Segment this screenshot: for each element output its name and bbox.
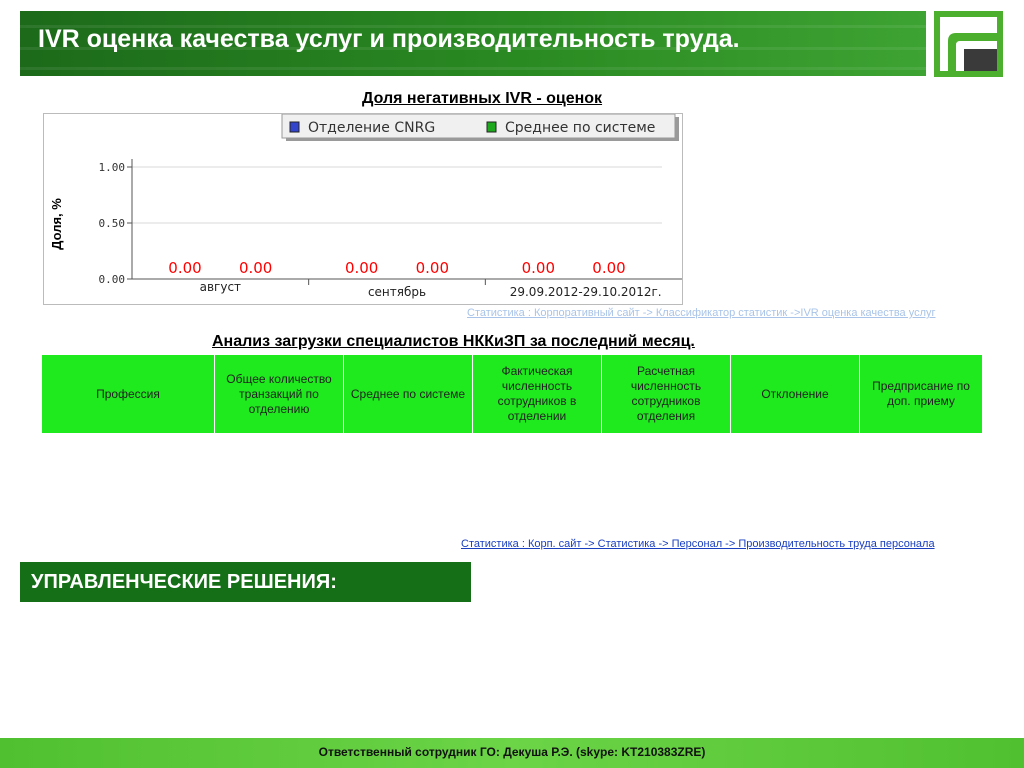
- y-tick-label: 0.00: [99, 273, 126, 286]
- specialists-table: Профессия Общее количество транзакций по…: [42, 355, 982, 433]
- management-decisions-title: УПРАВЛЕНЧЕСКИЕ РЕШЕНИЯ:: [31, 571, 337, 593]
- chart-y-ticks: 1.00 0.50 0.00: [99, 161, 132, 286]
- data-label: 0.00: [592, 259, 625, 277]
- column-header-hiring-order: Предприсание по доп. приему: [859, 355, 982, 433]
- column-header-estimated-staff: Расчетная численность сотрудников отделе…: [601, 355, 731, 433]
- data-label: 0.00: [239, 259, 272, 277]
- column-header-system-average: Среднее по системе: [343, 355, 473, 433]
- chart-legend: Отделение CNRG Среднее по системе: [281, 113, 679, 141]
- column-header-actual-staff: Фактическая численность сотрудников в от…: [472, 355, 602, 433]
- bank-logo-icon: [934, 11, 1003, 77]
- table-header-row: Профессия Общее количество транзакций по…: [42, 355, 982, 433]
- analysis-title: Анализ загрузки специалистов НККиЗП за п…: [212, 333, 695, 350]
- column-header-total-transactions: Общее количество транзакций по отделению: [214, 355, 344, 433]
- ivr-chart: Отделение CNRG Среднее по системе Доля, …: [43, 113, 683, 305]
- ivr-chart-svg: Отделение CNRG Среднее по системе Доля, …: [49, 113, 682, 299]
- x-category-label: август: [200, 280, 241, 294]
- chart-source-link[interactable]: Статистика : Корпоративный сайт -> Класс…: [467, 307, 936, 319]
- chart-x-categories: август сентябрь 29.09.2012-29.10.2012г.: [200, 280, 662, 299]
- legend-label-average: Среднее по системе: [505, 120, 655, 136]
- chart-title: Доля негативных IVR - оценок: [362, 90, 603, 107]
- y-tick-label: 1.00: [99, 161, 126, 174]
- column-header-profession: Профессия: [42, 355, 215, 433]
- data-label: 0.00: [168, 259, 201, 277]
- y-axis-label: Доля, %: [49, 198, 64, 250]
- chart-gridlines: [132, 166, 662, 224]
- footer-responsible: Ответственный сотрудник ГО: Декуша Р.Э. …: [318, 745, 706, 759]
- legend-swatch-average: [486, 121, 497, 133]
- x-category-label: 29.09.2012-29.10.2012г.: [510, 285, 662, 299]
- data-label: 0.00: [416, 259, 449, 277]
- y-tick-label: 0.50: [99, 217, 126, 230]
- header-banner: IVR оценка качества услуг и производител…: [20, 11, 926, 76]
- legend-label-cnrg: Отделение CNRG: [308, 120, 435, 136]
- header-stripe: [20, 67, 926, 70]
- data-label: 0.00: [522, 259, 555, 277]
- chart-data-labels: 0.00 0.00 0.00 0.00 0.00 0.00: [168, 259, 625, 277]
- data-label: 0.00: [345, 259, 378, 277]
- page-title: IVR оценка качества услуг и производител…: [38, 25, 740, 53]
- legend-swatch-cnrg: [289, 121, 300, 133]
- x-category-label: сентябрь: [368, 285, 426, 299]
- management-decisions-banner: УПРАВЛЕНЧЕСКИЕ РЕШЕНИЯ:: [20, 562, 471, 602]
- table-source-link[interactable]: Статистика : Корп. сайт -> Статистика ->…: [461, 538, 935, 550]
- column-header-deviation: Отклонение: [730, 355, 860, 433]
- footer-bar: Ответственный сотрудник ГО: Декуша Р.Э. …: [0, 738, 1024, 768]
